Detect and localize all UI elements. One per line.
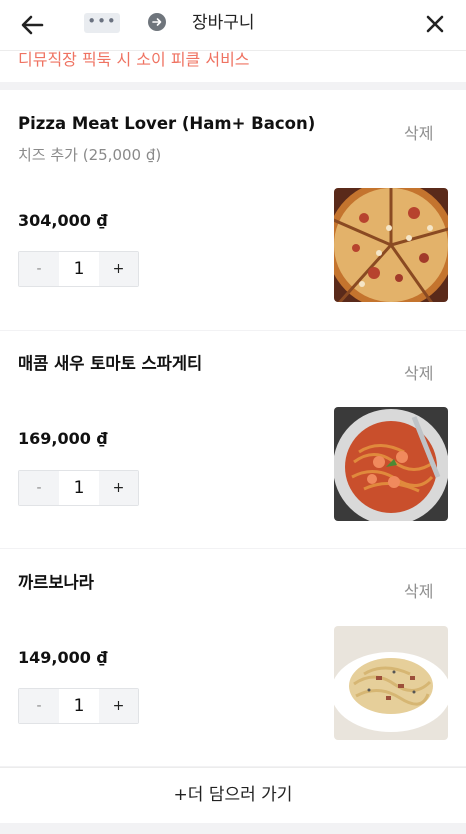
add-more-label: +더 담으러 가기 xyxy=(173,785,293,805)
increase-quantity-button[interactable]: + xyxy=(99,471,138,505)
increase-quantity-button[interactable]: + xyxy=(99,689,138,723)
page-title: 장바구니 xyxy=(192,13,255,33)
quantity-stepper: - 1 + xyxy=(18,251,139,287)
promo-text: 디뮤직장 픽둑 시 소이 피클 서비스 xyxy=(18,50,250,69)
decrease-quantity-button[interactable]: - xyxy=(19,689,59,723)
more-options-button[interactable]: ••• xyxy=(84,13,120,33)
pizza-image xyxy=(334,188,448,302)
item-price: 304,000 ₫ xyxy=(18,211,108,230)
decrease-quantity-button[interactable]: - xyxy=(19,471,59,505)
item-option: 치즈 추가 (25,000 ₫) xyxy=(18,146,162,164)
cart-item: Pizza Meat Lover (Ham+ Bacon) 치즈 추가 (25,… xyxy=(0,90,466,330)
quantity-value: 1 xyxy=(73,259,85,279)
item-name: 매콤 새우 토마토 스파게티 xyxy=(18,354,203,373)
forward-nav-button[interactable] xyxy=(148,13,166,31)
spaghetti-image xyxy=(334,407,448,521)
delete-button[interactable]: 삭제 xyxy=(404,123,433,145)
delete-button[interactable]: 삭제 xyxy=(404,363,433,385)
decrease-quantity-button[interactable]: - xyxy=(19,252,59,286)
delete-button[interactable]: 삭제 xyxy=(404,581,433,603)
quantity-stepper: - 1 + xyxy=(18,688,139,724)
carbonara-image xyxy=(334,626,448,740)
promo-banner: 디뮤직장 픽둑 시 소이 피클 서비스 xyxy=(0,50,466,82)
item-price: 149,000 ₫ xyxy=(18,648,108,667)
item-name: Pizza Meat Lover (Ham+ Bacon) xyxy=(18,114,316,133)
item-name: 까르보나라 xyxy=(18,573,94,592)
item-price: 169,000 ₫ xyxy=(18,429,108,448)
increase-quantity-button[interactable]: + xyxy=(99,252,138,286)
add-more-button[interactable]: +더 담으러 가기 xyxy=(0,767,466,823)
arrow-left-icon xyxy=(21,15,44,35)
arrow-right-icon xyxy=(152,18,162,26)
quantity-stepper: - 1 + xyxy=(18,470,139,506)
quantity-value: 1 xyxy=(73,696,85,716)
quantity-value: 1 xyxy=(73,478,85,498)
close-icon xyxy=(426,15,444,33)
top-bar: ••• 장바구니 xyxy=(0,0,466,50)
close-button[interactable] xyxy=(422,11,448,37)
back-button[interactable] xyxy=(18,10,48,40)
cart-item: 매콤 새우 토마토 스파게티 삭제 169,000 ₫ - 1 + xyxy=(0,331,466,548)
cart-item: 까르보나라 삭제 149,000 ₫ - 1 + xyxy=(0,549,466,766)
